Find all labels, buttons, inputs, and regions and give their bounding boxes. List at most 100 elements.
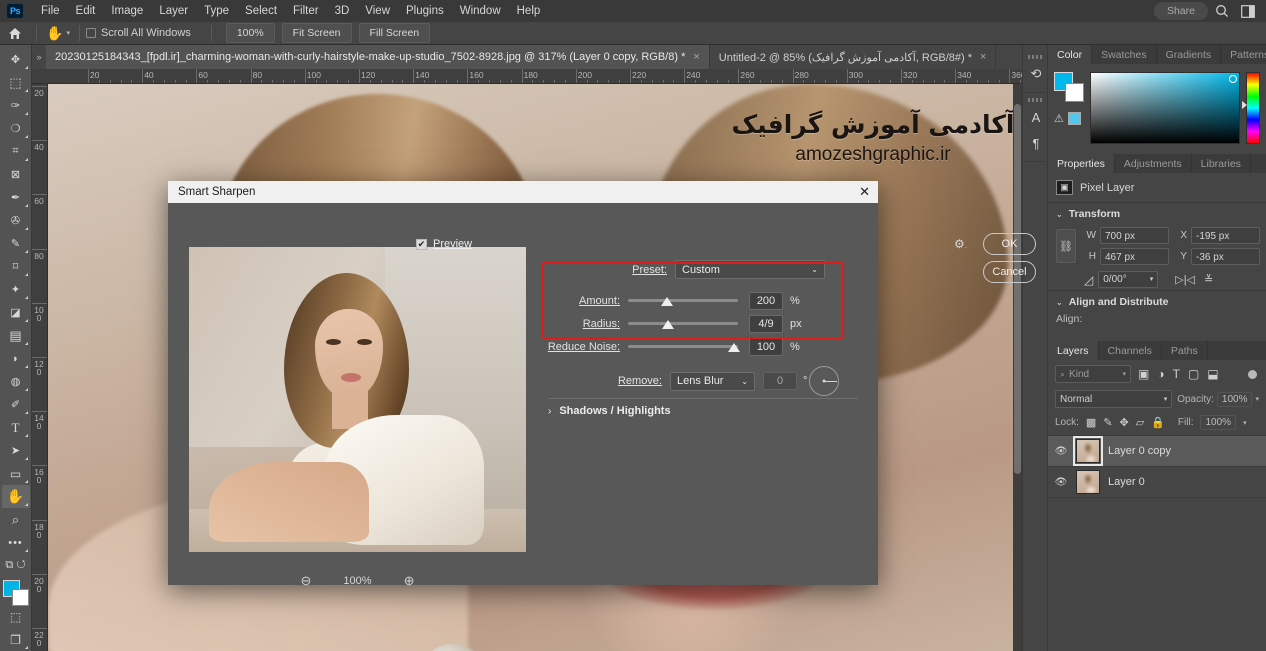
align-section-header[interactable]: ⌄ Align and Distribute: [1048, 290, 1266, 311]
shadows-highlights-section[interactable]: › Shadows / Highlights: [548, 398, 858, 417]
screen-mode-toggle[interactable]: ❐: [2, 628, 30, 651]
chevron-right-icon[interactable]: ›: [548, 406, 551, 417]
table-row[interactable]: 👁 Layer 0 copy: [1048, 436, 1266, 467]
amount-input[interactable]: 200: [749, 291, 783, 310]
tab-gradients[interactable]: Gradients: [1157, 45, 1222, 64]
lock-transparent-pixels-icon[interactable]: ▩: [1086, 416, 1096, 429]
tool-lasso[interactable]: ✑: [2, 94, 30, 117]
lock-position-icon[interactable]: ✥: [1120, 416, 1129, 429]
background-color-swatch[interactable]: [11, 589, 29, 607]
remove-select[interactable]: Lens Blur ⌄: [670, 371, 755, 391]
radius-slider[interactable]: [628, 317, 738, 331]
tool-dodge[interactable]: ◍: [2, 370, 30, 393]
width-input[interactable]: 700 px: [1100, 227, 1169, 244]
zoom-100-button[interactable]: 100%: [225, 23, 275, 43]
menu-plugins[interactable]: Plugins: [398, 0, 452, 22]
tool-history-brush[interactable]: ✦: [2, 278, 30, 301]
color-swatches[interactable]: [1054, 72, 1084, 102]
angle-input[interactable]: 0: [763, 372, 797, 390]
table-row[interactable]: 👁 Layer 0: [1048, 467, 1266, 498]
reduce-noise-input[interactable]: 100: [749, 337, 783, 356]
fill-input[interactable]: 100%: [1200, 415, 1237, 430]
tool-eyedropper[interactable]: ✒: [2, 186, 30, 209]
filter-type-icon[interactable]: T: [1173, 367, 1180, 381]
search-icon[interactable]: [1210, 0, 1234, 22]
x-input[interactable]: -195 px: [1191, 227, 1260, 244]
dialog-title-bar[interactable]: Smart Sharpen ✕: [168, 181, 878, 203]
menu-type[interactable]: Type: [196, 0, 237, 22]
transform-section-header[interactable]: ⌄ Transform: [1048, 202, 1266, 223]
fit-screen-button[interactable]: Fit Screen: [281, 23, 352, 43]
tab-channels[interactable]: Channels: [1099, 341, 1162, 360]
gamut-warning-group[interactable]: ⚠: [1054, 112, 1084, 125]
color-swatches[interactable]: [2, 579, 30, 607]
tool-edit-toolbar[interactable]: •••: [2, 531, 30, 554]
layer-name[interactable]: Layer 0 copy: [1108, 445, 1171, 457]
document-tab-1[interactable]: 20230125184343_[fpdl.ir]_charming-woman-…: [46, 45, 710, 69]
menu-file[interactable]: File: [33, 0, 68, 22]
tool-rectangular-marquee[interactable]: ⬚: [2, 71, 30, 94]
menu-view[interactable]: View: [357, 0, 398, 22]
blend-mode-select[interactable]: Normal ▾: [1055, 390, 1173, 408]
tool-zoom[interactable]: ⌕: [2, 508, 30, 531]
tab-swatches[interactable]: Swatches: [1092, 45, 1157, 64]
tab-paths[interactable]: Paths: [1162, 341, 1208, 360]
tool-gradient[interactable]: ▤: [2, 324, 30, 347]
lock-image-pixels-icon[interactable]: ✎: [1103, 416, 1112, 429]
in-gamut-color-swatch[interactable]: [1067, 112, 1081, 125]
zoom-in-icon[interactable]: ⊕: [404, 573, 415, 589]
preview-checkbox-row[interactable]: ✔ Preview: [416, 238, 472, 250]
tool-hand[interactable]: ✋: [1, 485, 30, 509]
chevron-down-icon[interactable]: ▾: [1150, 273, 1154, 286]
tool-eraser[interactable]: ◪: [2, 301, 30, 324]
panel-grip[interactable]: [1028, 55, 1042, 59]
slider-thumb[interactable]: [662, 319, 675, 329]
menu-filter[interactable]: Filter: [285, 0, 327, 22]
eye-icon[interactable]: 👁: [1054, 477, 1068, 488]
tool-frame[interactable]: ⊠: [2, 163, 30, 186]
close-icon[interactable]: ✕: [859, 181, 870, 203]
zoom-out-icon[interactable]: ⊖: [301, 573, 312, 589]
current-tool-hand[interactable]: ✋ ▾: [43, 25, 73, 42]
flip-horizontal-icon[interactable]: ▷|◁: [1175, 273, 1195, 286]
filter-smart-object-icon[interactable]: ⬓: [1207, 367, 1218, 381]
slider-thumb[interactable]: [728, 342, 741, 352]
tab-properties[interactable]: Properties: [1048, 154, 1115, 173]
chevron-down-icon[interactable]: ⌄: [1056, 298, 1063, 307]
ok-button[interactable]: OK: [983, 233, 1036, 255]
close-icon[interactable]: ×: [980, 51, 986, 63]
home-icon[interactable]: [0, 27, 30, 40]
history-icon[interactable]: ⟲: [1023, 61, 1049, 87]
tool-rectangle[interactable]: ▭: [2, 462, 30, 485]
menu-edit[interactable]: Edit: [68, 0, 104, 22]
scroll-all-windows-checkbox[interactable]: Scroll All Windows: [85, 27, 191, 39]
hue-slider[interactable]: [1242, 72, 1260, 144]
lock-all-icon[interactable]: 🔒: [1151, 416, 1165, 429]
menu-image[interactable]: Image: [103, 0, 151, 22]
tab-color[interactable]: Color: [1048, 45, 1093, 64]
gear-icon[interactable]: ⚙.: [954, 237, 967, 251]
tool-type[interactable]: T: [2, 416, 30, 439]
filter-enable-toggle[interactable]: [1248, 369, 1257, 379]
close-icon[interactable]: ×: [693, 51, 699, 63]
tab-layers[interactable]: Layers: [1048, 341, 1099, 360]
horizontal-ruler[interactable]: 20 40 60 80 100 120 140 160 180 200 220 240 260 280 30…: [32, 69, 1022, 84]
link-wh-icon[interactable]: ⛓: [1056, 229, 1076, 263]
tab-overflow-icon[interactable]: »: [32, 45, 46, 69]
workspace-icon[interactable]: [1236, 0, 1260, 22]
menu-help[interactable]: Help: [509, 0, 549, 22]
radius-input[interactable]: 4/9: [749, 314, 783, 333]
fill-screen-button[interactable]: Fill Screen: [358, 23, 431, 43]
tool-blur[interactable]: ◗: [2, 347, 30, 370]
tool-object-selection[interactable]: ❍: [2, 117, 30, 140]
color-picker-marker-icon[interactable]: [1229, 75, 1237, 83]
tab-adjustments[interactable]: Adjustments: [1115, 154, 1192, 173]
share-button[interactable]: Share: [1153, 2, 1208, 20]
filter-adjustment-icon[interactable]: ◑: [1157, 367, 1164, 381]
tool-clone-stamp[interactable]: ⌑: [2, 255, 30, 278]
chevron-down-icon[interactable]: ▾: [1255, 395, 1259, 403]
angle-dial-icon[interactable]: [809, 366, 839, 396]
tool-path-selection[interactable]: ➤: [2, 439, 30, 462]
filter-kind-select[interactable]: ⌕ Kind ▾: [1055, 365, 1131, 383]
preview-checkbox[interactable]: ✔: [416, 238, 427, 250]
